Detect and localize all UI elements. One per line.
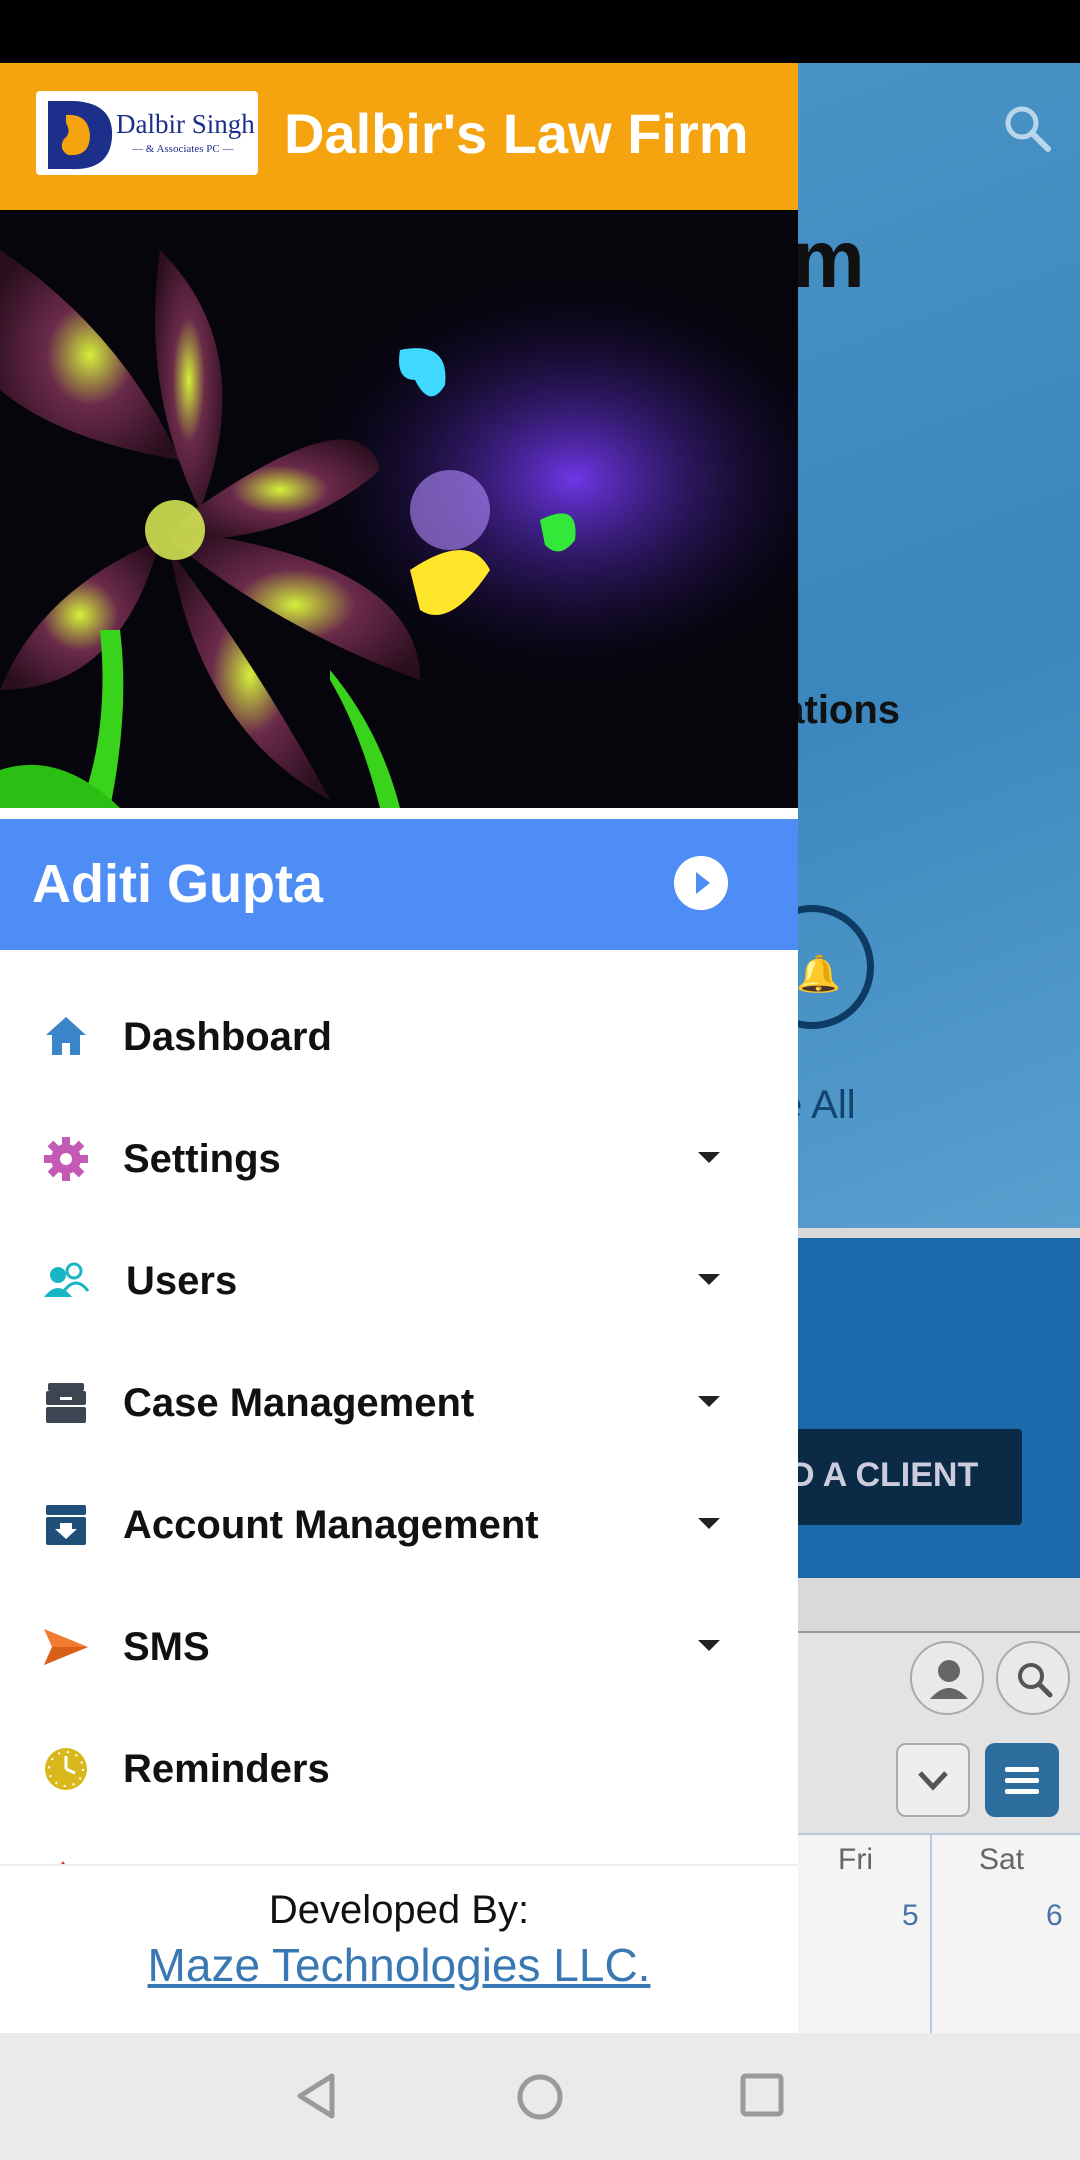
users-icon <box>44 1262 90 1297</box>
user-circle-button[interactable] <box>910 1641 984 1715</box>
status-bar <box>0 0 1080 63</box>
bell-icon: 🔔 <box>796 953 841 994</box>
banner-image <box>0 210 798 808</box>
menu-item-case-management[interactable]: Case Management <box>0 1351 798 1461</box>
dropdown-button[interactable] <box>896 1743 970 1817</box>
menu-item-users[interactable]: Users <box>0 1229 798 1339</box>
recents-icon[interactable] <box>738 2071 786 2119</box>
firm-title: Dalbir's Law Firm <box>284 102 749 165</box>
caret-down-icon <box>698 1274 720 1285</box>
calendar-day-header: Fri <box>838 1843 873 1876</box>
developed-by-label: Developed By: <box>268 1888 530 1932</box>
chevron-down-icon <box>918 1771 948 1791</box>
back-icon[interactable] <box>292 2071 342 2121</box>
calendar-date[interactable]: 6 <box>1046 1899 1063 1933</box>
user-profile-bar[interactable]: Aditi Gupta <box>0 819 798 950</box>
caret-down-icon <box>698 1518 720 1529</box>
calendar-column-divider <box>930 1833 932 2033</box>
menu-button[interactable] <box>985 1743 1059 1817</box>
drawer-footer: Developed By: Maze Technologies LLC. <box>0 1864 798 2033</box>
developer-link[interactable]: Maze Technologies LLC. <box>0 1938 798 1992</box>
drawer-header: Dalbir Singh — & Associates PC — Dalbir'… <box>0 63 798 210</box>
calendar-date[interactable]: 5 <box>902 1899 919 1933</box>
menu-item-account-management[interactable]: Account Management <box>0 1473 798 1583</box>
logo-subtitle: — & Associates PC — <box>132 143 234 155</box>
home-circle-icon[interactable] <box>514 2071 566 2123</box>
menu-item-label: Case Management <box>123 1381 475 1425</box>
caret-down-icon <box>698 1396 720 1407</box>
clock-icon <box>45 1748 87 1790</box>
caret-down-icon <box>698 1152 720 1163</box>
menu-item-label: Dashboard <box>123 1015 332 1059</box>
menu-item-label: Users <box>126 1259 238 1303</box>
play-circle-icon[interactable] <box>674 856 728 910</box>
user-name: Aditi Gupta <box>32 854 323 914</box>
navigation-drawer: Dalbir Singh — & Associates PC — Dalbir'… <box>0 63 798 2033</box>
menu-item-label: Settings <box>123 1137 281 1181</box>
send-icon <box>44 1629 88 1665</box>
caret-down-icon <box>698 1640 720 1651</box>
menu-item-label: Account Management <box>123 1503 539 1547</box>
logo-d-icon <box>48 101 113 170</box>
search-icon <box>1018 1663 1053 1698</box>
menu-item-label: Reminders <box>123 1747 330 1791</box>
search-circle-button[interactable] <box>996 1641 1070 1715</box>
system-navigation-bar <box>0 2033 1080 2160</box>
background-add-client-button[interactable]: D A CLIENT <box>760 1429 1022 1525</box>
search-icon[interactable] <box>1000 101 1056 157</box>
menu-item-settings[interactable]: Settings <box>0 1107 798 1217</box>
archive-icon <box>46 1383 86 1423</box>
logo-name: Dalbir Singh <box>116 109 255 139</box>
menu-item-dashboard[interactable]: Dashboard <box>0 985 798 1095</box>
inbox-download-icon <box>46 1505 86 1545</box>
gear-icon <box>44 1137 88 1181</box>
user-icon <box>930 1660 968 1699</box>
menu-item-sms[interactable]: SMS <box>0 1595 798 1705</box>
calendar-day-header: Sat <box>979 1843 1025 1876</box>
menu-item-label: SMS <box>123 1625 210 1669</box>
menu-item-reminders[interactable]: Reminders <box>0 1717 798 1827</box>
home-icon <box>46 1017 86 1055</box>
firm-logo: Dalbir Singh — & Associates PC — <box>36 91 258 175</box>
background-calendar <box>760 1833 1080 2033</box>
hamburger-icon <box>1005 1767 1039 1794</box>
